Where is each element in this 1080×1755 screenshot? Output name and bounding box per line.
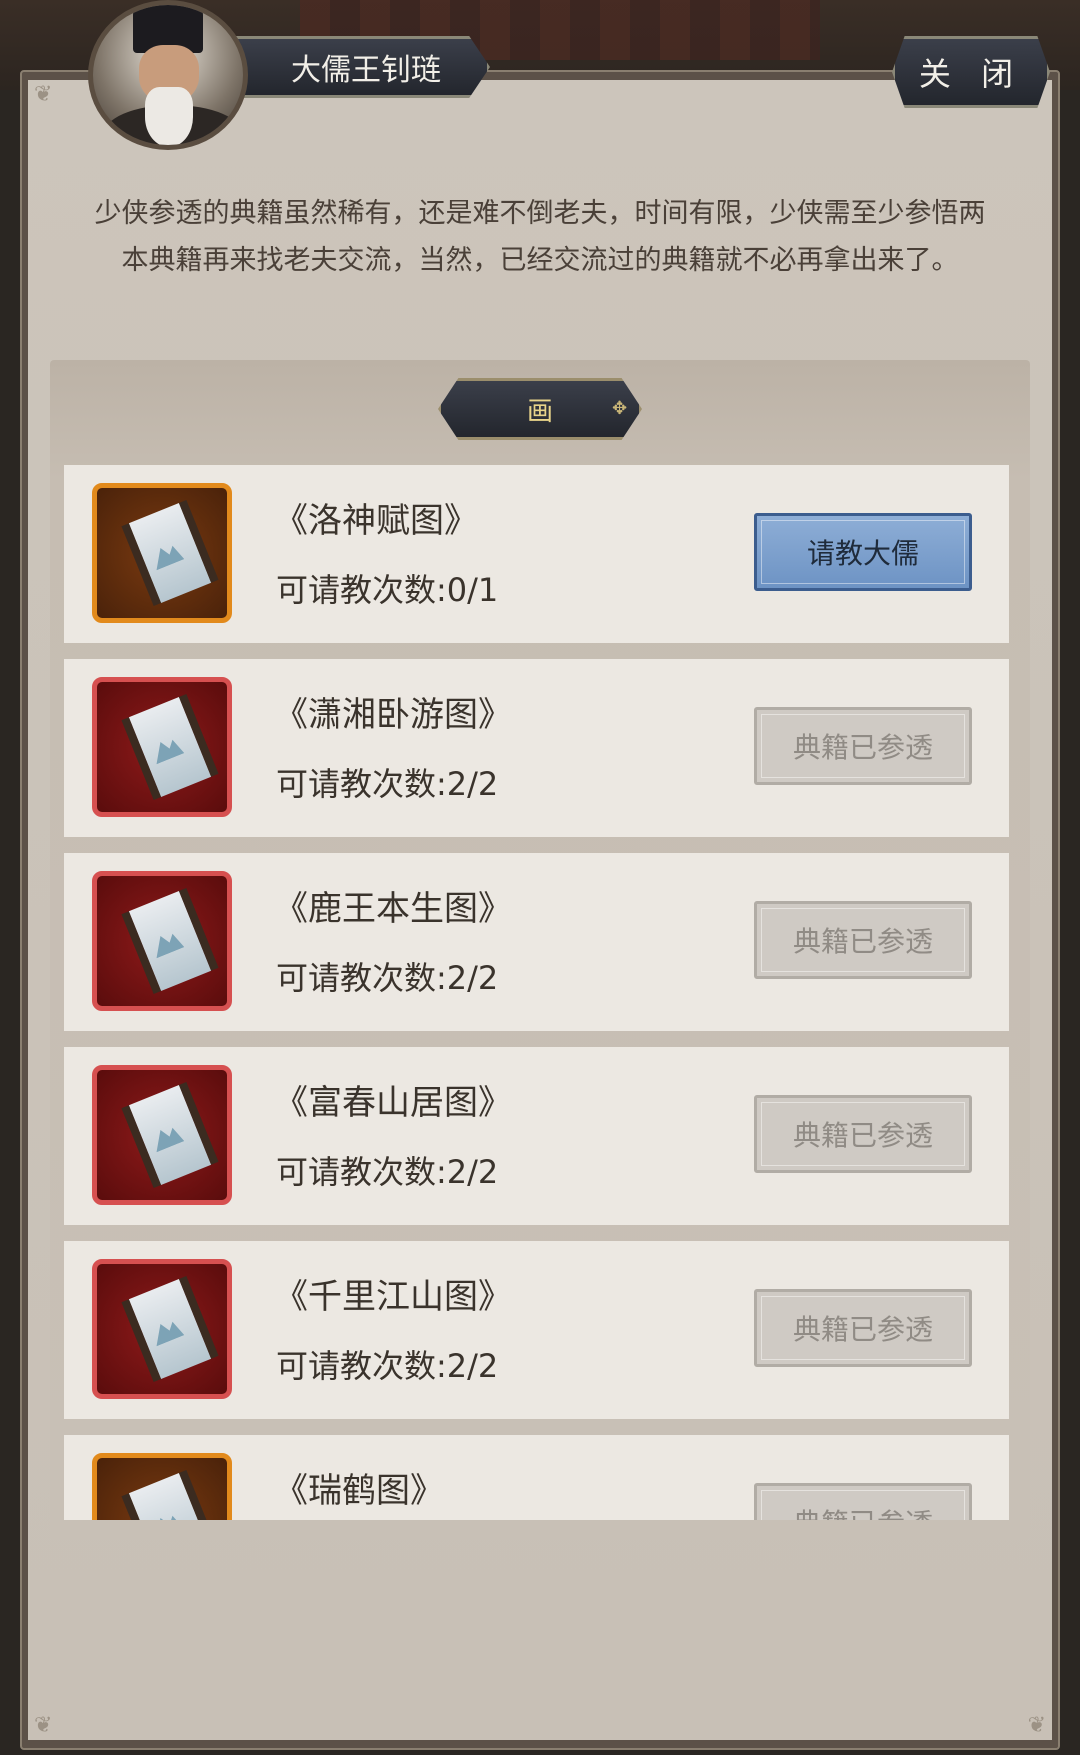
- scroll-painting-icon: [92, 1065, 232, 1205]
- scroll-painting-icon: [92, 1453, 232, 1520]
- mastered-button[interactable]: 典籍已参透: [754, 1289, 972, 1367]
- corner-ornament-bl: ❦: [34, 1713, 53, 1738]
- consult-count: 可请教次数:2/2: [276, 959, 499, 997]
- npc-dialogue-text: 少侠参透的典籍虽然稀有，还是难不倒老夫，时间有限，少侠需至少参悟两本典籍再来找老…: [94, 198, 986, 276]
- npc-name: 大儒王钊琏: [291, 53, 441, 88]
- scroll-painting-icon: [92, 677, 232, 817]
- list-item: 《千里江山图》 可请教次数:2/2 典籍已参透: [64, 1241, 1009, 1419]
- mastered-button[interactable]: 典籍已参透: [754, 1095, 972, 1173]
- corner-ornament-tl: ❦: [34, 82, 53, 107]
- button-label: 请教大儒: [806, 537, 919, 570]
- book-title: 《鹿王本生图》: [274, 889, 512, 929]
- scroll-painting-icon: [92, 1259, 232, 1399]
- close-button[interactable]: 关 闭: [892, 36, 1050, 108]
- scroll-painting-icon: [92, 483, 232, 623]
- consult-count: 可请教次数:2/2: [276, 765, 499, 803]
- mastered-button[interactable]: 典籍已参透: [754, 901, 972, 979]
- mastered-button[interactable]: 典籍已参透: [754, 1483, 972, 1520]
- book-title: 《富春山居图》: [274, 1083, 512, 1123]
- scroll-painting-icon: [92, 871, 232, 1011]
- book-title: 《潇湘卧游图》: [274, 695, 512, 735]
- mastered-button[interactable]: 典籍已参透: [754, 707, 972, 785]
- button-label: 典籍已参透: [792, 1119, 933, 1152]
- consult-count: 可请教次数:2/2: [276, 1153, 499, 1191]
- button-label: 典籍已参透: [792, 731, 933, 764]
- consult-count: 可请教次数:0/1: [276, 571, 499, 609]
- list-item: 《鹿王本生图》 可请教次数:2/2 典籍已参透: [64, 853, 1009, 1031]
- book-list[interactable]: 《洛神赋图》 可请教次数:0/1 请教大儒 《潇湘卧游图》 可请教次数:2/2 …: [64, 465, 1009, 1520]
- list-item: 《洛神赋图》 可请教次数:0/1 请教大儒: [64, 465, 1009, 643]
- book-title: 《千里江山图》: [274, 1277, 512, 1317]
- button-label: 典籍已参透: [792, 1313, 933, 1346]
- button-label: 典籍已参透: [793, 1502, 933, 1520]
- button-label: 典籍已参透: [792, 925, 933, 958]
- corner-ornament-br: ❦: [1027, 1713, 1046, 1738]
- list-item: 《富春山居图》 可请教次数:2/2 典籍已参透: [64, 1047, 1009, 1225]
- npc-portrait: [88, 0, 248, 150]
- consult-scholar-button[interactable]: 请教大儒: [754, 513, 972, 591]
- npc-name-banner: 大儒王钊琏: [230, 36, 490, 98]
- close-button-label: 关 闭: [918, 55, 1024, 93]
- list-item: 《瑞鹤图》 典籍已参透: [64, 1435, 1009, 1520]
- book-title: 《瑞鹤图》: [274, 1471, 444, 1511]
- list-item: 《潇湘卧游图》 可请教次数:2/2 典籍已参透: [64, 659, 1009, 837]
- book-title: 《洛神赋图》: [274, 501, 478, 541]
- consult-count: 可请教次数:2/2: [276, 1347, 499, 1385]
- book-list-panel: ✥ 画 ✥ 《洛神赋图》 可请教次数:0/1 请教大儒 《潇湘卧游图》 可请教次…: [50, 360, 1030, 1540]
- category-ornament-right: ✥: [612, 398, 628, 419]
- category-label: 画: [526, 396, 553, 427]
